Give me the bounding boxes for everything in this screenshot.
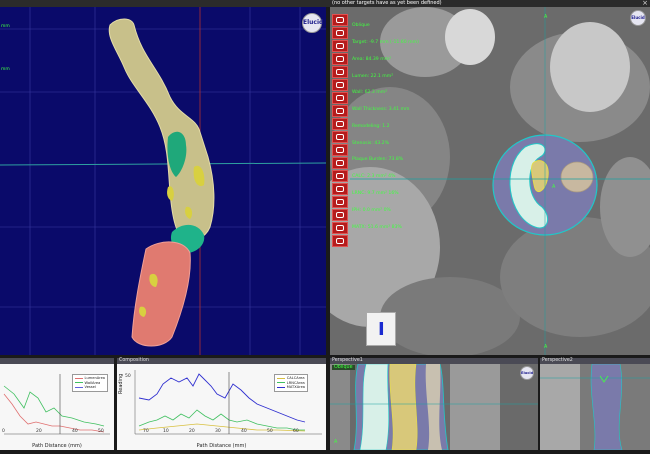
tool-target3-icon[interactable] xyxy=(332,222,348,234)
area-chart-legend: LumenArea WallArea Vessel xyxy=(71,374,108,392)
tool-target-icon[interactable] xyxy=(332,14,348,26)
tool-cross-icon[interactable] xyxy=(332,27,348,39)
orientation-cube-label: I xyxy=(378,319,385,340)
info-line: LRNC: 9.7 mm² 16% xyxy=(352,191,399,196)
tick: 40 xyxy=(241,429,247,434)
measurement-info: Oblique Target: -9.7 mm (-11.60 mm) Area… xyxy=(352,12,419,236)
tick: 50 xyxy=(125,374,131,379)
perspective1-view[interactable]: Oblique A Elucid xyxy=(330,363,538,451)
tool-vessel-icon[interactable] xyxy=(332,53,348,65)
tool-slice-icon[interactable] xyxy=(332,183,348,195)
tool-bookmark2-icon[interactable] xyxy=(332,144,348,156)
perspective2-panel: Perspective2 xyxy=(540,358,650,451)
perspective-marker: A xyxy=(334,440,338,445)
info-line: Plaque Burden: 73.8% xyxy=(352,157,404,163)
elucid-logo: Elucid xyxy=(302,13,323,33)
elucid-logo-p1: Elucid xyxy=(520,366,534,380)
tool-toggle-icon[interactable] xyxy=(332,92,348,104)
info-line: Target: -9.7 mm (-11.60 mm) xyxy=(352,39,419,45)
info-line: CALC: 2.3 mm² 4% xyxy=(352,174,396,180)
x-axis-label: Path Distance (mm) xyxy=(32,443,82,449)
info-line: Stenosis: 43.2% xyxy=(352,140,389,146)
tick: 30 xyxy=(215,429,221,434)
tool-view-icon[interactable] xyxy=(332,66,348,78)
tick: 50 xyxy=(98,429,104,434)
perspective1-image xyxy=(330,363,538,451)
area-chart-panel: LumenArea WallArea Vessel 0 20 40 50 Pat… xyxy=(0,358,114,450)
elucid-logo-slice: Elucid xyxy=(630,10,646,26)
area-chart[interactable]: LumenArea WallArea Vessel 0 20 40 50 Pat… xyxy=(0,364,114,450)
info-line: MATX: 51.6 mm² 83% xyxy=(352,224,402,230)
view-tag: Oblique xyxy=(332,365,355,370)
tool-disc-icon[interactable] xyxy=(332,209,348,221)
vessel-render-3d xyxy=(0,7,326,355)
tool-cube-icon[interactable] xyxy=(332,157,348,169)
info-line: Lumen: 22.1 mm² xyxy=(352,73,394,79)
tick: 20 xyxy=(36,429,42,434)
tool-bookmark-icon[interactable] xyxy=(332,131,348,143)
perspective2-image xyxy=(540,363,650,451)
tick: 40 xyxy=(72,429,78,434)
tool-target2-icon[interactable] xyxy=(332,196,348,208)
info-line: IPH: 0.0 mm² 0% xyxy=(352,207,391,213)
side-label-1: mm xyxy=(1,24,10,29)
composition-chart[interactable]: CALCArea LRNCArea MATXArea Reading 50 70… xyxy=(117,364,326,450)
tick: 50 xyxy=(267,429,273,434)
y-axis-label: Reading xyxy=(118,373,124,394)
tool-lasso-icon[interactable] xyxy=(332,79,348,91)
tick: 20 xyxy=(189,429,195,434)
view-3d[interactable]: mm mm Elucid xyxy=(0,7,326,355)
composition-legend: CALCArea LRNCArea MATXArea xyxy=(273,374,308,392)
perspective1-panel: Perspective1 Oblique A Elucid xyxy=(330,358,538,451)
tool-strip xyxy=(332,14,349,264)
info-line: Remodeling: 1.2 xyxy=(352,123,390,129)
slice-marker-bottom: A xyxy=(544,345,548,350)
tool-color-icon[interactable] xyxy=(332,105,348,117)
top-bar xyxy=(0,0,650,7)
close-icon[interactable]: × xyxy=(642,0,648,7)
info-line: Area: 84.39 mm² xyxy=(352,56,391,62)
side-label-2: mm xyxy=(1,67,10,72)
tool-tag-icon[interactable] xyxy=(332,118,348,130)
slice-marker-top: A xyxy=(544,15,548,20)
composition-panel: Composition CALCArea LRNCArea MATXArea R… xyxy=(117,358,326,450)
orientation-cube[interactable]: I xyxy=(366,312,396,346)
tick: 10 xyxy=(163,429,169,434)
status-message: (no other targets have as yet been defin… xyxy=(332,0,442,6)
tool-settings-icon[interactable] xyxy=(332,235,348,247)
info-line: Wall: 62.3 mm² xyxy=(352,90,388,96)
tool-shape-icon[interactable] xyxy=(332,170,348,182)
tick: 60 xyxy=(293,429,299,434)
tick: 70 xyxy=(143,429,149,434)
info-line: Oblique xyxy=(352,23,370,29)
tool-grid-icon[interactable] xyxy=(332,40,348,52)
x-axis-label: Path Distance (mm) xyxy=(196,443,247,449)
info-line: Wall Thickness: 3.41 mm xyxy=(352,107,410,113)
perspective2-view[interactable] xyxy=(540,363,650,451)
slice-marker-center: A xyxy=(552,185,556,190)
tick: 0 xyxy=(2,429,5,434)
